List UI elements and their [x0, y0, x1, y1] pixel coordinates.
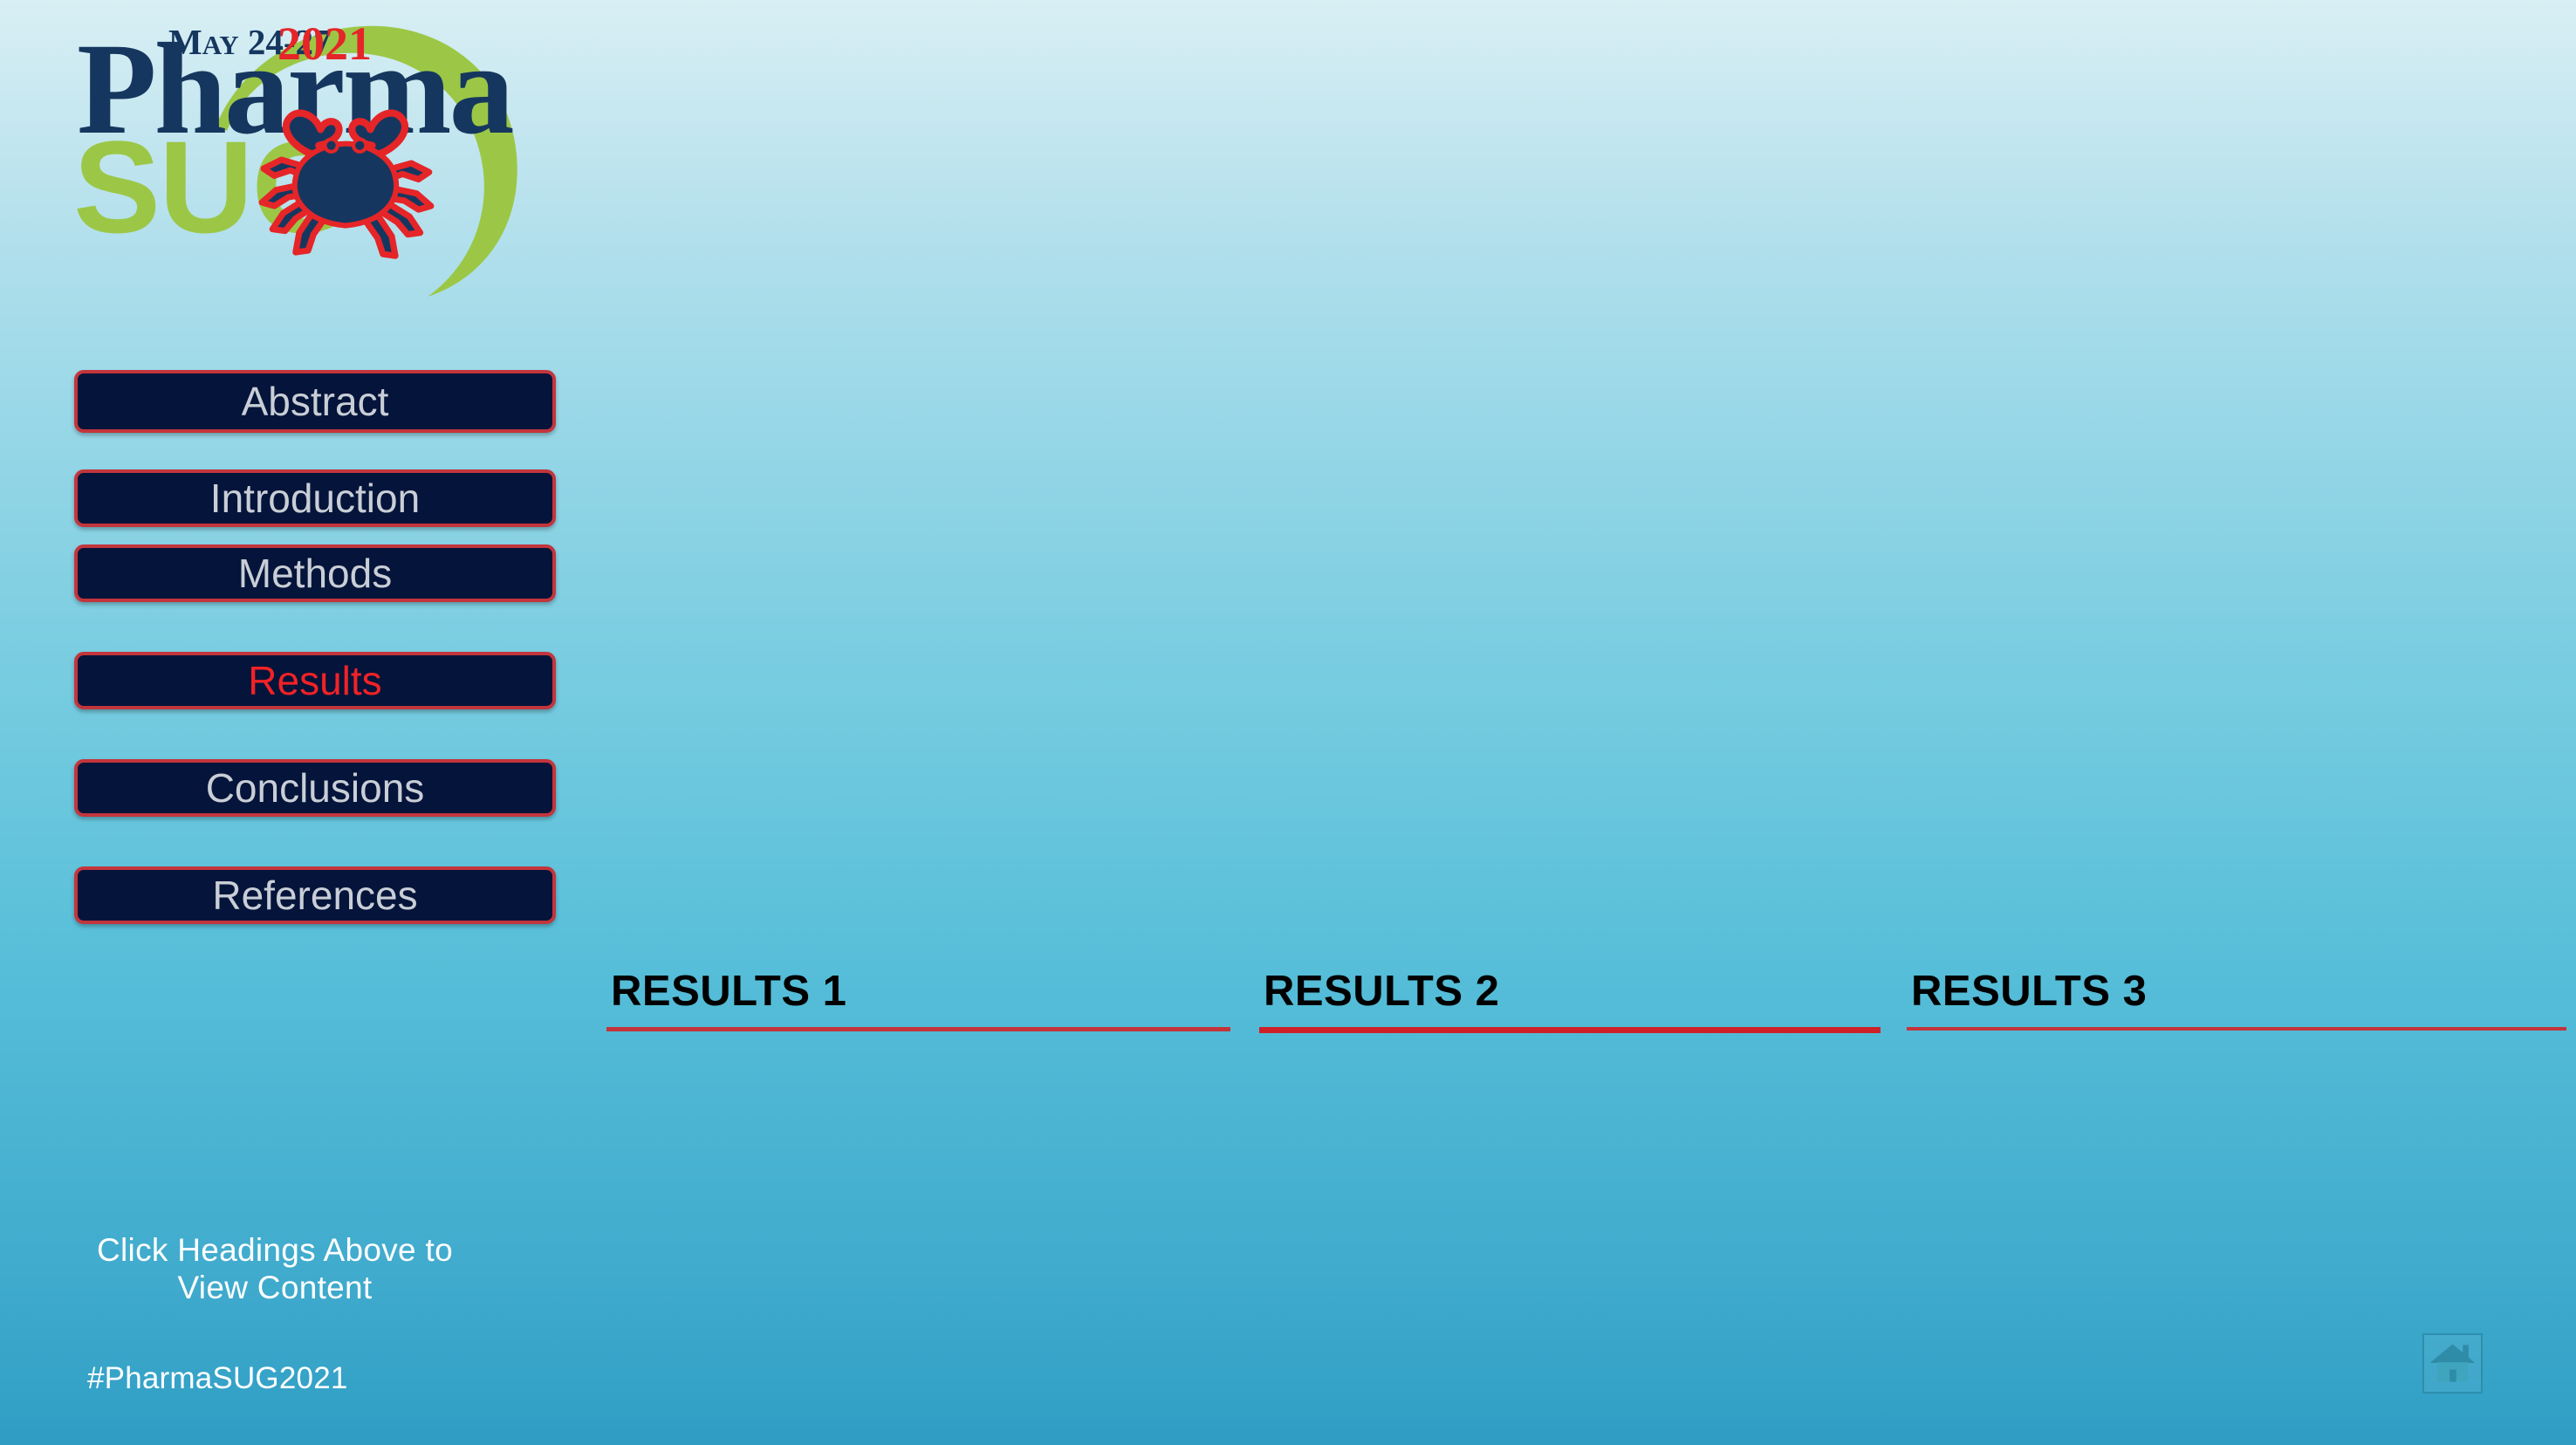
sidebar-item-label: References — [212, 873, 418, 918]
section-nav: Abstract Introduction Methods Results Co… — [74, 370, 556, 942]
nav-instruction-text: Click Headings Above to View Content — [52, 1232, 497, 1306]
nav-instruction-line2: View Content — [177, 1269, 373, 1305]
column-heading-results-3[interactable]: RESULTS 3 — [1907, 970, 2566, 1031]
presentation-slide: Pharma SUG MAY 24-27 2021 Abstract Intro… — [0, 0, 2576, 1445]
column-heading-label: RESULTS 1 — [611, 968, 847, 1015]
sidebar-item-label: Results — [248, 658, 382, 703]
column-heading-underline — [1259, 1027, 1881, 1033]
sidebar-item-label: Conclusions — [205, 765, 425, 811]
column-heading-underline — [1907, 1027, 2566, 1031]
sidebar-item-label: Introduction — [209, 476, 421, 521]
sidebar-item-references[interactable]: References — [74, 866, 556, 924]
column-heading-label: RESULTS 2 — [1264, 968, 1500, 1015]
column-heading-results-2[interactable]: RESULTS 2 — [1259, 970, 1881, 1033]
home-button[interactable] — [2422, 1333, 2483, 1394]
sidebar-item-conclusions[interactable]: Conclusions — [74, 759, 556, 817]
sidebar-item-label: Methods — [237, 551, 393, 596]
pharmasug-logo: Pharma SUG MAY 24-27 2021 — [70, 16, 558, 352]
sidebar-item-label: Abstract — [241, 379, 389, 424]
sidebar-item-abstract[interactable]: Abstract — [74, 370, 556, 433]
logo-year-text: 2021 — [277, 17, 372, 70]
nav-instruction-line1: Click Headings Above to — [97, 1232, 453, 1268]
column-heading-underline — [606, 1027, 1230, 1031]
sidebar-item-results[interactable]: Results — [74, 652, 556, 709]
conference-hashtag: #PharmaSUG2021 — [87, 1361, 348, 1395]
column-heading-label: RESULTS 3 — [1911, 968, 2148, 1015]
sidebar-item-methods[interactable]: Methods — [74, 544, 556, 602]
column-heading-results-1[interactable]: RESULTS 1 — [606, 970, 1230, 1031]
home-icon — [2429, 1344, 2476, 1382]
sidebar-item-introduction[interactable]: Introduction — [74, 469, 556, 527]
